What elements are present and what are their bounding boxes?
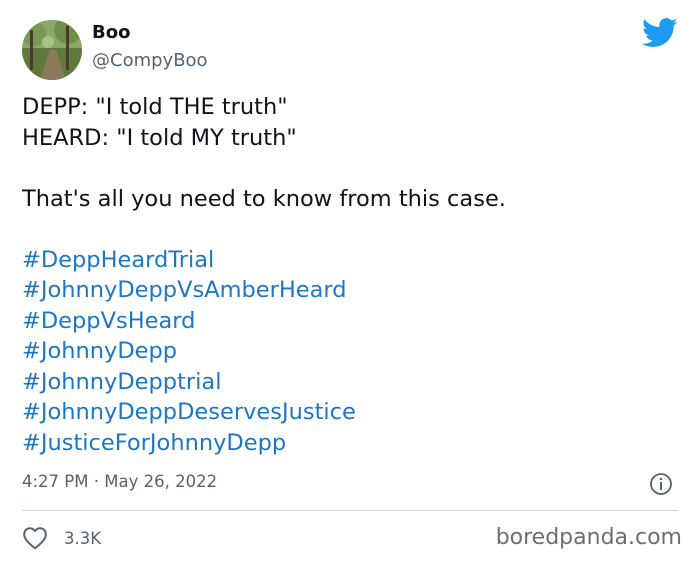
hashtag-link[interactable]: #JohnnyDepp: [22, 336, 682, 367]
hashtag-link[interactable]: #DeppHeardTrial: [22, 245, 682, 276]
heart-icon: [23, 527, 47, 550]
display-name[interactable]: Boo: [92, 22, 130, 43]
like-count: 3.3K: [64, 528, 102, 548]
hashtag-link[interactable]: #DeppVsHeard: [22, 306, 682, 337]
hashtag-link[interactable]: #JohnnyDeppDeservesJustice: [22, 397, 682, 428]
like-button[interactable]: 3.3K: [22, 524, 101, 552]
hashtag-link[interactable]: #JohnnyDeppVsAmberHeard: [22, 275, 682, 306]
hashtag-link[interactable]: #JohnnyDepptrial: [22, 367, 682, 398]
handle[interactable]: @CompyBoo: [92, 50, 208, 71]
tweet-date: May 26, 2022: [104, 472, 218, 491]
tweet-text: DEPP: "I told THE truth" HEARD: "I told …: [22, 92, 682, 458]
tweet-time: 4:27 PM: [22, 472, 89, 491]
tweet-card: Boo @CompyBoo DEPP: "I told THE truth" H…: [0, 0, 700, 563]
tweet-line: HEARD: "I told MY truth": [22, 124, 297, 151]
watermark: boredpanda.com: [495, 525, 682, 550]
tweet-line: DEPP: "I told THE truth": [22, 94, 288, 120]
tweet-line: That's all you need to know from this ca…: [22, 185, 506, 212]
avatar[interactable]: [22, 20, 82, 80]
tweet-timestamp[interactable]: 4:27 PM · May 26, 2022: [22, 472, 217, 491]
divider: [22, 510, 678, 511]
hashtag-link[interactable]: #JusticeForJohnnyDepp: [22, 428, 682, 459]
twitter-bird-icon[interactable]: [642, 18, 678, 48]
meta-separator: ·: [93, 472, 99, 491]
info-icon[interactable]: [649, 472, 673, 496]
